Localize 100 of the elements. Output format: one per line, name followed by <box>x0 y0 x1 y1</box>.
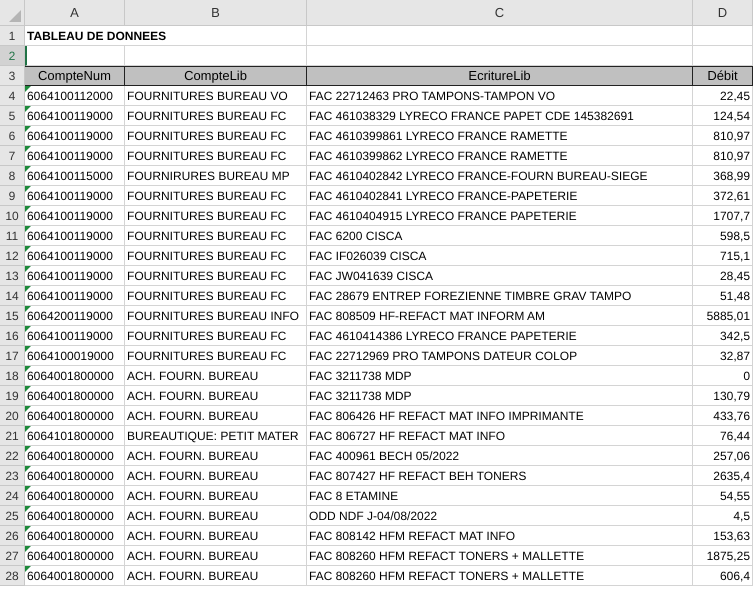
column-heading: CompteLib <box>125 66 307 86</box>
table-cell: FAC 22712969 PRO TAMPONS DATEUR COLOP <box>307 346 693 366</box>
row-header[interactable]: 3 <box>0 66 25 86</box>
table-cell: FAC 807427 HF REFACT BEH TONERS <box>307 466 693 486</box>
table-cell: 6064001800000 <box>25 486 125 506</box>
table-cell: ACH. FOURN. BUREAU <box>125 546 307 566</box>
table-cell: 124,54 <box>693 106 753 126</box>
table-cell: ACH. FOURN. BUREAU <box>125 566 307 586</box>
row-header[interactable]: 9 <box>0 186 25 206</box>
row-header[interactable]: 14 <box>0 286 25 306</box>
table-cell: 6064100019000 <box>25 346 125 366</box>
row-header[interactable]: 25 <box>0 506 25 526</box>
table-cell: FOURNITURES BUREAU INFO <box>125 306 307 326</box>
table-cell: 6064100119000 <box>25 106 125 126</box>
table-cell: 6064001800000 <box>25 466 125 486</box>
table-cell: ACH. FOURN. BUREAU <box>125 526 307 546</box>
row-header[interactable]: 11 <box>0 226 25 246</box>
table-cell: FAC IF026039 CISCA <box>307 246 693 266</box>
row-header[interactable]: 23 <box>0 466 25 486</box>
table-cell: FAC 3211738 MDP <box>307 386 693 406</box>
row-header[interactable]: 15 <box>0 306 25 326</box>
table-cell: FAC 808142 HFM REFACT MAT INFO <box>307 526 693 546</box>
table-cell: FOURNITURES BUREAU FC <box>125 106 307 126</box>
table-cell: BUREAUTIQUE: PETIT MATER <box>125 426 307 446</box>
table-cell: FAC 4610404915 LYRECO FRANCE PAPETERIE <box>307 206 693 226</box>
table-cell: 810,97 <box>693 146 753 166</box>
table-cell: 28,45 <box>693 266 753 286</box>
table-cell: 6064100119000 <box>25 146 125 166</box>
table-cell: 6064001800000 <box>25 386 125 406</box>
table-cell: FAC 4610402841 LYRECO FRANCE-PAPETERIE <box>307 186 693 206</box>
table-cell: 598,5 <box>693 226 753 246</box>
table-cell: FAC 3211738 MDP <box>307 366 693 386</box>
table-cell: FAC JW041639 CISCA <box>307 266 693 286</box>
table-cell: FAC 806426 HF REFACT MAT INFO IMPRIMANTE <box>307 406 693 426</box>
row-header[interactable]: 21 <box>0 426 25 446</box>
row-header[interactable]: 5 <box>0 106 25 126</box>
table-cell: FAC 806727 HF REFACT MAT INFO <box>307 426 693 446</box>
row-header[interactable]: 12 <box>0 246 25 266</box>
table-cell: 6064100119000 <box>25 126 125 146</box>
table-cell: FAC 4610399861 LYRECO FRANCE RAMETTE <box>307 126 693 146</box>
table-cell: FAC 808260 HFM REFACT TONERS + MALLETTE <box>307 546 693 566</box>
table-cell: 0 <box>693 366 753 386</box>
row-header[interactable]: 24 <box>0 486 25 506</box>
table-cell: ACH. FOURN. BUREAU <box>125 486 307 506</box>
column-heading: Débit <box>693 66 753 86</box>
row-header[interactable]: 16 <box>0 326 25 346</box>
table-cell: 6064001800000 <box>25 406 125 426</box>
row-header[interactable]: 13 <box>0 266 25 286</box>
table-cell: FOURNITURES BUREAU FC <box>125 326 307 346</box>
row-header[interactable]: 8 <box>0 166 25 186</box>
table-cell: 32,87 <box>693 346 753 366</box>
table-cell: 606,4 <box>693 566 753 586</box>
column-header[interactable]: A <box>25 0 125 26</box>
row-header[interactable]: 22 <box>0 446 25 466</box>
table-cell: ACH. FOURN. BUREAU <box>125 506 307 526</box>
table-cell: FAC 4610402842 LYRECO FRANCE-FOURN BUREAU-SIEGE <box>307 166 693 186</box>
table-cell: FOURNITURES BUREAU FC <box>125 146 307 166</box>
table-cell: 6064100119000 <box>25 286 125 306</box>
row-header[interactable]: 6 <box>0 126 25 146</box>
table-cell: 372,61 <box>693 186 753 206</box>
table-cell: FAC 461038329 LYRECO FRANCE PAPET CDE 145382691 <box>307 106 693 126</box>
table-cell: 76,44 <box>693 426 753 446</box>
table-cell: 22,45 <box>693 86 753 106</box>
table-cell: ACH. FOURN. BUREAU <box>125 386 307 406</box>
table-cell: FOURNITURES BUREAU FC <box>125 266 307 286</box>
row-header[interactable]: 19 <box>0 386 25 406</box>
empty-cell <box>693 26 753 46</box>
table-cell: 6064001800000 <box>25 366 125 386</box>
table-cell: ODD NDF J-04/08/2022 <box>307 506 693 526</box>
row-header[interactable]: 26 <box>0 526 25 546</box>
column-heading: CompteNum <box>25 66 125 86</box>
table-cell: ACH. FOURN. BUREAU <box>125 466 307 486</box>
table-cell: FOURNITURES BUREAU FC <box>125 246 307 266</box>
select-all-triangle-icon[interactable] <box>9 10 21 22</box>
row-header[interactable]: 4 <box>0 86 25 106</box>
table-cell: 5885,01 <box>693 306 753 326</box>
table-cell: FAC 28679 ENTREP FOREZIENNE TIMBRE GRAV TAMPO <box>307 286 693 306</box>
row-header[interactable]: 28 <box>0 566 25 586</box>
column-header[interactable]: C <box>307 0 693 26</box>
row-header[interactable]: 2 <box>0 46 25 66</box>
row-header[interactable]: 17 <box>0 346 25 366</box>
table-cell: 257,06 <box>693 446 753 466</box>
row-header[interactable]: 7 <box>0 146 25 166</box>
table-cell: FOURNIRURES BUREAU MP <box>125 166 307 186</box>
table-cell: FAC 22712463 PRO TAMPONS-TAMPON VO <box>307 86 693 106</box>
table-cell: FAC 8 ETAMINE <box>307 486 693 506</box>
table-cell: FAC 4610399862 LYRECO FRANCE RAMETTE <box>307 146 693 166</box>
row-header[interactable]: 18 <box>0 366 25 386</box>
column-header[interactable]: B <box>125 0 307 26</box>
table-cell: 4,5 <box>693 506 753 526</box>
table-cell: 6064100119000 <box>25 206 125 226</box>
table-cell: FOURNITURES BUREAU FC <box>125 186 307 206</box>
row-header[interactable]: 10 <box>0 206 25 226</box>
row-header[interactable]: 27 <box>0 546 25 566</box>
title-cell: TABLEAU DE DONNEES <box>25 26 307 46</box>
row-header[interactable]: 1 <box>0 26 25 46</box>
table-cell: FOURNITURES BUREAU FC <box>125 126 307 146</box>
table-cell: FAC 808509 HF-REFACT MAT INFORM AM <box>307 306 693 326</box>
row-header[interactable]: 20 <box>0 406 25 426</box>
column-header[interactable]: D <box>693 0 753 26</box>
